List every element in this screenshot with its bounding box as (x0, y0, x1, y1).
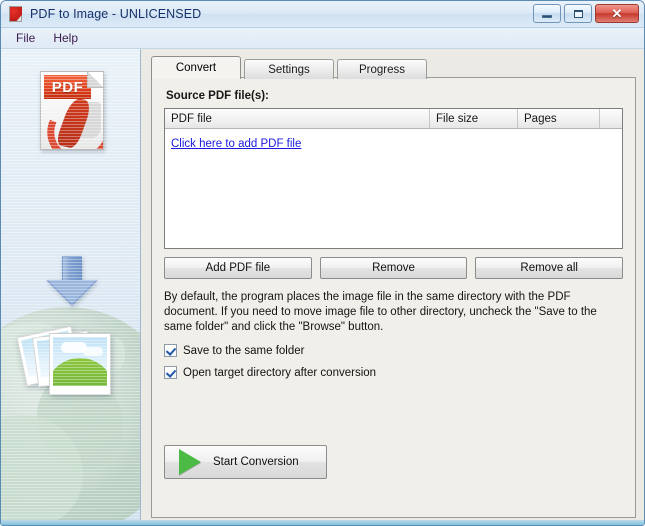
add-pdf-file-button[interactable]: Add PDF file (164, 257, 312, 279)
arrow-down-icon (46, 256, 98, 306)
pdf-file-list[interactable]: PDF file File size Pages Click here to a… (164, 108, 623, 249)
image-stack-icon (16, 325, 121, 411)
remove-button[interactable]: Remove (319, 257, 468, 279)
start-conversion-button[interactable]: Start Conversion (164, 445, 327, 479)
file-action-buttons: Add PDF file Remove Remove all (164, 257, 624, 279)
checkbox-row-open-target-dir[interactable]: Open target directory after conversion (164, 366, 623, 379)
add-pdf-file-link[interactable]: Click here to add PDF file (171, 138, 301, 150)
source-files-label: Source PDF file(s): (166, 90, 269, 102)
pdf-icon-label: PDF (51, 78, 84, 96)
menu-bar: File Help (1, 28, 644, 49)
maximize-button[interactable] (564, 4, 592, 23)
file-list-body: Click here to add PDF file (165, 129, 622, 157)
window-body: PDF Convert Settings Progress Source PDF… (1, 49, 644, 525)
column-header-pdf-file[interactable]: PDF file (165, 109, 430, 128)
output-description-text: By default, the program places the image… (164, 291, 597, 333)
tab-convert[interactable]: Convert (151, 56, 241, 79)
start-conversion-label: Start Conversion (213, 456, 299, 468)
column-header-extra[interactable] (600, 109, 622, 128)
minimize-button[interactable] (533, 4, 561, 23)
window-title: PDF to Image - UNLICENSED (30, 7, 202, 21)
menu-item-help[interactable]: Help (44, 30, 87, 46)
application-window: PDF to Image - UNLICENSED ✕ File Help PD… (0, 0, 645, 526)
remove-all-button[interactable]: Remove all (475, 257, 624, 279)
maximize-icon (573, 9, 583, 18)
column-header-pages[interactable]: Pages (518, 109, 600, 128)
main-content: Convert Settings Progress Source PDF fil… (141, 49, 644, 525)
status-bar (1, 520, 644, 525)
window-controls: ✕ (533, 4, 639, 23)
close-icon: ✕ (611, 6, 623, 21)
tab-settings[interactable]: Settings (244, 59, 334, 79)
open-target-directory-label: Open target directory after conversion (183, 366, 377, 379)
menu-item-file[interactable]: File (7, 30, 44, 46)
file-list-header: PDF file File size Pages (165, 109, 622, 129)
close-button[interactable]: ✕ (595, 4, 639, 23)
column-header-file-size[interactable]: File size (430, 109, 518, 128)
app-pdf-icon (8, 6, 24, 22)
pdf-document-icon: PDF (40, 71, 104, 150)
sidebar-illustration: PDF (1, 49, 141, 525)
save-to-same-folder-label: Save to the same folder (183, 344, 305, 357)
tab-bar: Convert Settings Progress (151, 56, 636, 79)
play-icon (179, 449, 201, 475)
open-target-directory-checkbox[interactable] (164, 366, 177, 379)
checkbox-row-save-same-folder[interactable]: Save to the same folder (164, 344, 623, 357)
save-to-same-folder-checkbox[interactable] (164, 344, 177, 357)
minimize-icon (542, 15, 552, 18)
convert-tab-panel: Source PDF file(s): PDF file File size P… (151, 77, 636, 518)
title-bar: PDF to Image - UNLICENSED ✕ (1, 1, 644, 28)
tab-progress[interactable]: Progress (337, 59, 427, 79)
